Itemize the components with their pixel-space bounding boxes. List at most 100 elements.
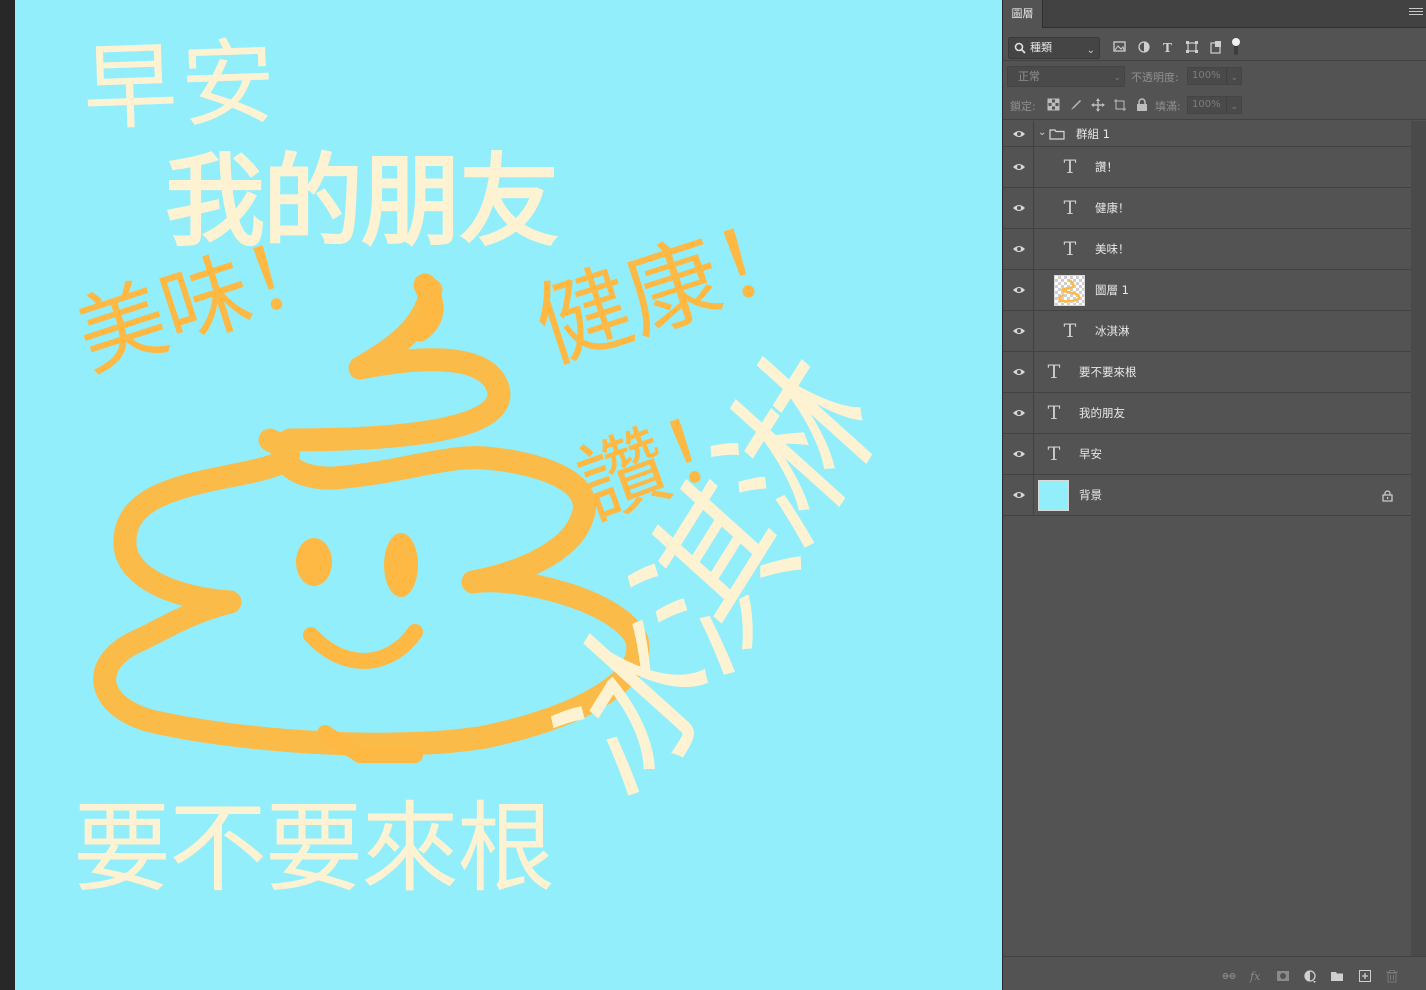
layers-list: ⌄ 群組 1 T 讚！ T 健康！ T 美味！ 圖層 1 T 冰淇淋 T 要不要… bbox=[1003, 121, 1426, 516]
tab-layers[interactable]: 圖層 bbox=[1003, 0, 1043, 28]
filter-toggle-icon[interactable] bbox=[1231, 37, 1241, 57]
lock-row: 鎖定: 填滿: 100% ⌄ bbox=[1003, 90, 1426, 120]
visibility-toggle[interactable] bbox=[1003, 434, 1034, 474]
type-layer-icon: T bbox=[1063, 320, 1077, 342]
type-layer-icon: T bbox=[1047, 443, 1061, 465]
eye-icon bbox=[1013, 246, 1025, 252]
visibility-toggle[interactable] bbox=[1003, 229, 1034, 269]
visibility-toggle[interactable] bbox=[1003, 311, 1034, 351]
fill-label: 填滿: bbox=[1155, 100, 1181, 113]
layer-name: 美味！ bbox=[1095, 242, 1130, 256]
layer-name: 群組 1 bbox=[1076, 127, 1110, 141]
chevron-down-icon: ⌄ bbox=[1230, 73, 1238, 83]
smile-mouth bbox=[303, 624, 423, 669]
layers-bottom-toolbar: fx bbox=[1003, 956, 1426, 990]
chevron-down-icon: ⌄ bbox=[1113, 73, 1121, 83]
chevron-down-icon: ⌄ bbox=[1086, 45, 1095, 56]
blend-mode-select[interactable]: 正常 ⌄ bbox=[1007, 66, 1125, 87]
visibility-toggle[interactable] bbox=[1003, 393, 1034, 433]
layer-name: 我的朋友 bbox=[1079, 406, 1125, 420]
blend-row: 正常 ⌄ 不透明度: 100% ⌄ bbox=[1003, 62, 1426, 90]
visibility-toggle[interactable] bbox=[1003, 121, 1034, 146]
chevron-down-icon: ⌄ bbox=[1230, 102, 1238, 112]
type-layer-icon: T bbox=[1047, 402, 1061, 424]
left-eye bbox=[296, 538, 332, 586]
layer-row-tasty[interactable]: T 美味！ bbox=[1003, 229, 1426, 270]
adjustment-layer-icon[interactable] bbox=[1303, 969, 1317, 983]
lock-position-icon[interactable] bbox=[1091, 98, 1105, 112]
eye-icon bbox=[1013, 205, 1025, 211]
visibility-toggle[interactable] bbox=[1003, 270, 1034, 310]
lock-all-icon[interactable] bbox=[1135, 98, 1149, 112]
filter-select-value: 種類 bbox=[1030, 41, 1052, 54]
visibility-toggle[interactable] bbox=[1003, 352, 1034, 392]
layer-thumbnail bbox=[1054, 275, 1085, 306]
eye-icon bbox=[1013, 328, 1025, 334]
filter-pixel-icon[interactable] bbox=[1113, 40, 1127, 54]
filter-row: 種類 ⌄ T bbox=[1003, 29, 1426, 61]
right-eye bbox=[384, 533, 418, 597]
link-layers-icon[interactable] bbox=[1222, 969, 1236, 983]
fx-icon[interactable]: fx bbox=[1249, 969, 1263, 983]
lock-transparent-pixels-icon[interactable] bbox=[1047, 98, 1061, 112]
visibility-toggle[interactable] bbox=[1003, 147, 1034, 187]
layer-thumbnail bbox=[1038, 480, 1069, 511]
type-layer-icon: T bbox=[1063, 156, 1077, 178]
layer-name: 讚！ bbox=[1095, 160, 1118, 174]
workspace-edge bbox=[0, 0, 15, 990]
layer-row-my-friend[interactable]: T 我的朋友 bbox=[1003, 393, 1426, 434]
filter-type-icon[interactable]: T bbox=[1161, 40, 1175, 54]
lock-artboard-icon[interactable] bbox=[1113, 98, 1127, 112]
opacity-field[interactable]: 100% ⌄ bbox=[1187, 67, 1242, 85]
chevron-down-icon[interactable]: ⌄ bbox=[1038, 127, 1046, 138]
filter-adjustment-icon[interactable] bbox=[1137, 40, 1151, 54]
eye-icon bbox=[1013, 164, 1025, 170]
eye-icon bbox=[1013, 492, 1025, 498]
type-layer-icon: T bbox=[1063, 238, 1077, 260]
lock-icon[interactable] bbox=[1382, 490, 1393, 502]
visibility-toggle[interactable] bbox=[1003, 188, 1034, 228]
visibility-toggle[interactable] bbox=[1003, 475, 1034, 515]
document-canvas[interactable]: 早安 我的朋友 美味！ 健康！ 讚！ 要不要來根 冰淇淋 bbox=[15, 0, 1002, 990]
layer-name: 圖層 1 bbox=[1095, 283, 1129, 297]
layers-scrollbar[interactable] bbox=[1411, 121, 1426, 956]
new-layer-icon[interactable] bbox=[1358, 969, 1372, 983]
filter-smart-object-icon[interactable] bbox=[1209, 40, 1223, 54]
layer-filter-select[interactable]: 種類 ⌄ bbox=[1008, 37, 1100, 59]
panel-menu-icon[interactable] bbox=[1409, 6, 1423, 20]
folder-icon bbox=[1049, 129, 1065, 140]
layer-name: 健康！ bbox=[1095, 201, 1130, 215]
layer-name: 冰淇淋 bbox=[1095, 324, 1130, 338]
layer-row-morning[interactable]: T 早安 bbox=[1003, 434, 1426, 475]
opacity-value: 100% bbox=[1192, 70, 1221, 81]
layer-row-praise[interactable]: T 讚！ bbox=[1003, 147, 1426, 188]
text-morning: 早安 bbox=[81, 28, 281, 145]
layers-panel: 圖層 種類 ⌄ T 正常 ⌄ 不透明度: 100% ⌄ 鎖定: 填滿: 100%… bbox=[1002, 0, 1426, 990]
layer-row-want-one[interactable]: T 要不要來根 bbox=[1003, 352, 1426, 393]
filter-shape-icon[interactable] bbox=[1185, 40, 1199, 54]
layer-row-group-1[interactable]: ⌄ 群組 1 bbox=[1003, 121, 1426, 147]
text-my-friend: 我的朋友 bbox=[165, 143, 559, 260]
layer-row-icecream[interactable]: T 冰淇淋 bbox=[1003, 311, 1426, 352]
icecream-stroke-extra bbox=[408, 273, 444, 342]
layer-row-background[interactable]: 背景 bbox=[1003, 475, 1426, 516]
fill-field[interactable]: 100% ⌄ bbox=[1187, 96, 1242, 114]
eye-icon bbox=[1013, 130, 1025, 137]
svg-text:fx: fx bbox=[1249, 970, 1261, 983]
new-group-icon[interactable] bbox=[1330, 969, 1344, 983]
eye-icon bbox=[1013, 410, 1025, 416]
lock-image-pixels-icon[interactable] bbox=[1069, 98, 1083, 112]
layer-row-healthy[interactable]: T 健康！ bbox=[1003, 188, 1426, 229]
lock-label: 鎖定: bbox=[1010, 100, 1036, 113]
add-mask-icon[interactable] bbox=[1276, 969, 1290, 983]
opacity-label: 不透明度: bbox=[1131, 71, 1179, 84]
delete-icon[interactable] bbox=[1385, 969, 1399, 983]
eye-icon bbox=[1013, 369, 1025, 375]
search-icon bbox=[1014, 42, 1026, 54]
eye-icon bbox=[1013, 287, 1025, 293]
layer-row-layer-1[interactable]: 圖層 1 bbox=[1003, 270, 1426, 311]
thumbnail-drawing bbox=[1058, 278, 1081, 303]
layer-name: 早安 bbox=[1079, 447, 1102, 461]
panel-tab-bar: 圖層 bbox=[1003, 0, 1426, 28]
fill-value: 100% bbox=[1192, 99, 1221, 110]
